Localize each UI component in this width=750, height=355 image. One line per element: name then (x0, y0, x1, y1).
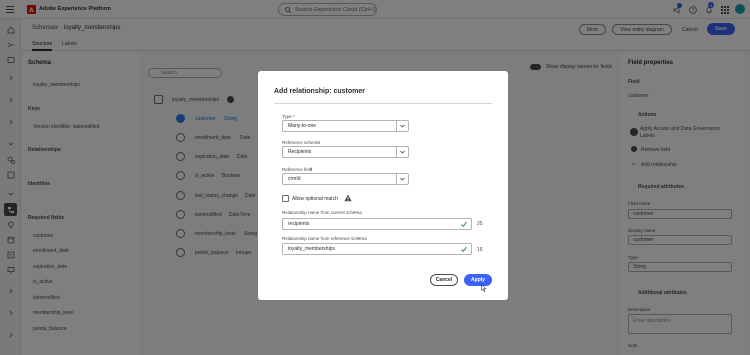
current-name-char-count: 25 (477, 221, 483, 227)
current-relationship-name-value: recipients (288, 221, 310, 227)
dialog-cancel-label: Cancel (435, 277, 453, 283)
reference-relationship-name-value: loyalty_memberships (288, 246, 335, 252)
required-asterisk: * (354, 210, 356, 215)
chevron-down-icon[interactable] (396, 147, 408, 157)
optional-match-label: Allow optional match (292, 196, 338, 202)
dialog-title: Add relationship: customer (274, 88, 366, 95)
chevron-down-icon[interactable] (396, 121, 408, 131)
reference-relationship-name-input[interactable]: loyalty_memberships (282, 243, 472, 255)
reference-relationship-name-label: Relationship name from reference schema (282, 236, 367, 241)
required-asterisk: * (293, 114, 295, 119)
type-picker[interactable]: Many-to-one (282, 120, 409, 132)
checkmark-icon (461, 221, 467, 227)
dialog-cancel-button[interactable]: Cancel (430, 274, 458, 286)
type-field-label: Type (282, 114, 292, 119)
current-relationship-name-label: Relationship name from current schema (282, 210, 362, 215)
reference-field-label: Reference field (282, 167, 313, 172)
dialog-divider (274, 103, 492, 104)
type-picker-value: Many-to-one (288, 123, 317, 129)
reference-schema-value: Recipients (288, 149, 312, 155)
current-relationship-name-input[interactable]: recipients (282, 218, 472, 230)
warning-icon (344, 194, 352, 204)
checkmark-icon (461, 246, 467, 252)
required-asterisk: * (358, 236, 360, 241)
add-relationship-dialog: Add relationship: customer Type * Many-t… (258, 71, 508, 300)
reference-schema-picker[interactable]: Recipients (282, 146, 409, 158)
dialog-apply-button[interactable]: Apply (464, 274, 492, 286)
reference-field-value: crmId (288, 176, 301, 182)
required-asterisk: * (310, 167, 312, 172)
reference-field-picker[interactable]: crmId (282, 173, 409, 185)
reference-schema-label: Reference schema (282, 140, 320, 145)
mouse-cursor-icon (481, 283, 487, 294)
reference-name-char-count: 16 (477, 247, 483, 253)
optional-match-checkbox[interactable] (282, 195, 289, 202)
chevron-down-icon[interactable] (396, 174, 408, 184)
dialog-apply-label: Apply (471, 277, 485, 283)
required-asterisk: * (318, 140, 320, 145)
